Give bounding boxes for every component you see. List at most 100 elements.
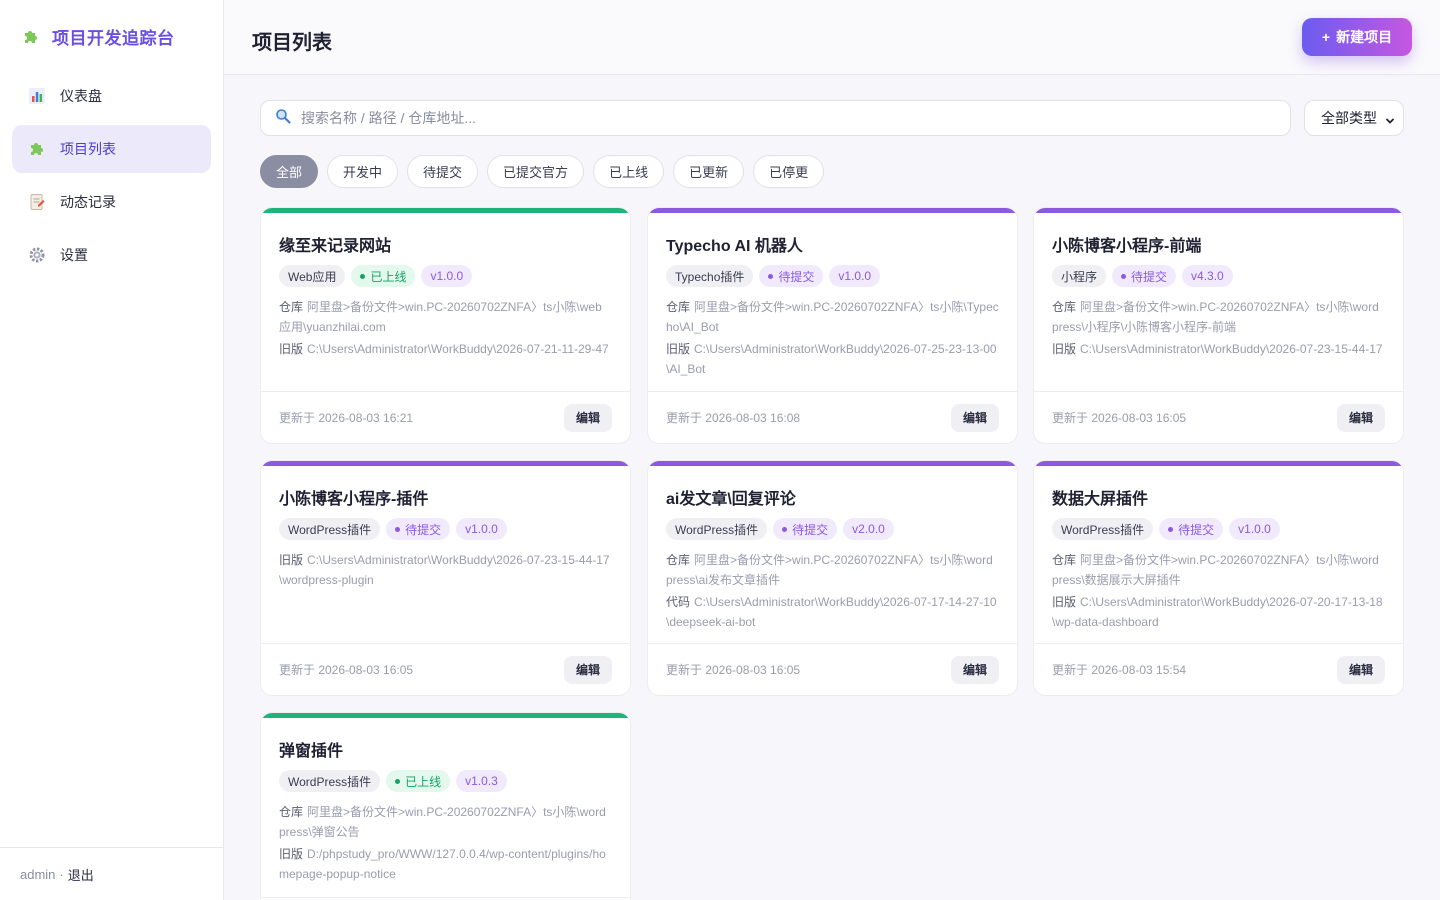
path-value: 阿里盘>备份文件>win.PC-20260702ZNFA〉ts小陈\wordpr…	[279, 805, 606, 839]
chevron-down-icon	[1385, 113, 1395, 129]
version-badge: v1.0.0	[1229, 518, 1280, 540]
project-card: 缘至来记录网站 Web应用 已上线 v1.0.0 仓库 阿里盘>备份文件>win.…	[260, 207, 631, 444]
sidebar-item-label: 设置	[60, 247, 88, 263]
project-title: ai发文章\回复评论	[666, 491, 796, 508]
project-title: Typecho AI 机器人	[666, 238, 803, 255]
status-label: 已上线	[405, 774, 442, 789]
sidebar-footer: admin · 退出	[0, 847, 223, 900]
filter-chip-developing[interactable]: 开发中	[327, 155, 399, 188]
new-project-label: 新建项目	[1336, 29, 1393, 45]
updated-time: 更新于 2026-08-03 16:05	[1052, 411, 1187, 425]
sidebar-item-projects[interactable]: 项目列表	[12, 125, 211, 173]
path-key: 旧版	[279, 847, 304, 861]
path-line: 旧版 D:/phpstudy_pro/WWW/127.0.0.4/wp-conte…	[279, 844, 612, 884]
path-key: 仓库	[666, 300, 691, 314]
path-value: 阿里盘>备份文件>win.PC-20260702ZNFA〉ts小陈\Typech…	[666, 300, 999, 334]
type-filter-select[interactable]: 全部类型	[1304, 100, 1404, 136]
edit-button[interactable]: 编辑	[950, 403, 999, 432]
path-key: 仓库	[279, 805, 304, 819]
path-value: C:\Users\Administrator\WorkBuddy\2026-07…	[666, 342, 997, 376]
path-key: 旧版	[279, 553, 304, 567]
type-tag: WordPress插件	[666, 518, 768, 540]
edit-button[interactable]: 编辑	[563, 655, 612, 684]
status-dot-icon	[360, 273, 366, 279]
version-badge: v2.0.0	[843, 518, 894, 540]
edit-button[interactable]: 编辑	[1336, 655, 1385, 684]
path-value: 阿里盘>备份文件>win.PC-20260702ZNFA〉ts小陈\wordpr…	[1052, 553, 1379, 587]
search-input[interactable]	[301, 102, 1290, 134]
path-key: 仓库	[1052, 553, 1077, 567]
path-key: 旧版	[1052, 595, 1077, 609]
path-key: 代码	[666, 595, 691, 609]
new-project-button[interactable]: + 新建项目	[1302, 18, 1412, 56]
version-badge: v1.0.0	[421, 265, 473, 287]
status-badge: 待提交	[1112, 265, 1177, 287]
edit-button[interactable]: 编辑	[563, 403, 612, 432]
filter-chip-online[interactable]: 已上线	[593, 155, 665, 188]
updated-time: 更新于 2026-08-03 16:05	[666, 663, 801, 677]
project-card: 小陈博客小程序-插件 WordPress插件 待提交 v1.0.0 旧版 C:\U…	[260, 460, 631, 696]
sidebar-nav: 仪表盘 项目列表 动态记录 设置	[12, 72, 211, 284]
project-card: 弹窗插件 WordPress插件 已上线 v1.0.3 仓库 阿里盘>备份文件>w…	[260, 712, 631, 900]
updated-time: 更新于 2026-08-03 16:08	[666, 411, 801, 425]
filter-chip-pending[interactable]: 待提交	[407, 155, 479, 188]
edit-button[interactable]: 编辑	[950, 655, 999, 684]
status-badge: 已上线	[386, 770, 451, 792]
path-line: 仓库 阿里盘>备份文件>win.PC-20260702ZNFA〉ts小陈\word…	[1052, 550, 1385, 590]
separator: ·	[59, 866, 64, 882]
status-filter-tabs: 全部 开发中 待提交 已提交官方 已上线 已更新 已停更	[260, 155, 825, 188]
sidebar-item-label: 动态记录	[60, 194, 116, 210]
path-key: 旧版	[666, 342, 691, 356]
project-title: 小陈博客小程序-前端	[1052, 238, 1202, 255]
type-tag: WordPress插件	[1052, 518, 1154, 540]
sidebar-item-settings[interactable]: 设置	[12, 231, 211, 279]
sidebar-item-label: 仪表盘	[60, 88, 102, 104]
filter-chip-updated[interactable]: 已更新	[673, 155, 745, 188]
path-line: 代码 C:\Users\Administrator\WorkBuddy\2026-…	[666, 592, 999, 632]
type-tag: WordPress插件	[279, 770, 381, 792]
path-value: C:\Users\Administrator\WorkBuddy\2026-07…	[307, 342, 609, 356]
brand[interactable]: 项目开发追踪台	[22, 24, 175, 49]
type-tag: WordPress插件	[279, 518, 381, 540]
page-title: 项目列表	[252, 32, 332, 54]
path-line: 旧版 C:\Users\Administrator\WorkBuddy\2026-…	[279, 339, 612, 359]
brand-title: 项目开发追踪台	[52, 29, 175, 48]
status-badge: 待提交	[773, 518, 838, 540]
top-header: 项目列表 + 新建项目	[224, 0, 1440, 75]
path-key: 仓库	[1052, 300, 1077, 314]
path-line: 仓库 阿里盘>备份文件>win.PC-20260702ZNFA〉ts小陈\web应…	[279, 297, 612, 337]
filter-chip-discontinued[interactable]: 已停更	[753, 155, 825, 188]
status-label: 待提交	[778, 269, 815, 284]
status-dot-icon	[768, 273, 774, 279]
status-label: 待提交	[405, 522, 442, 537]
card-footer-divider	[261, 897, 630, 898]
path-key: 旧版	[1052, 342, 1077, 356]
path-value: 阿里盘>备份文件>win.PC-20260702ZNFA〉ts小陈\wordpr…	[1052, 300, 1379, 334]
project-title: 缘至来记录网站	[279, 238, 392, 255]
logout-link[interactable]: 退出	[68, 865, 94, 884]
path-key: 仓库	[279, 300, 304, 314]
path-line: 旧版 C:\Users\Administrator\WorkBuddy\2026-…	[1052, 592, 1385, 632]
search-box	[260, 100, 1291, 136]
sidebar-item-activity[interactable]: 动态记录	[12, 178, 211, 226]
project-title: 数据大屏插件	[1052, 491, 1149, 508]
sidebar: 项目开发追踪台 仪表盘 项目列表 动态记录 设置 admin · 退出	[0, 0, 224, 900]
filter-chip-all[interactable]: 全部	[260, 155, 319, 188]
status-badge: 待提交	[759, 265, 824, 287]
status-badge: 待提交	[386, 518, 451, 540]
filter-chip-submitted[interactable]: 已提交官方	[487, 155, 585, 188]
project-card: 小陈博客小程序-前端 小程序 待提交 v4.3.0 仓库 阿里盘>备份文件>win…	[1033, 207, 1404, 444]
status-label: 已上线	[370, 269, 407, 284]
project-card: Typecho AI 机器人 Typecho插件 待提交 v1.0.0 仓库 阿里…	[647, 207, 1018, 444]
project-card: 数据大屏插件 WordPress插件 待提交 v1.0.0 仓库 阿里盘>备份文件…	[1033, 460, 1404, 696]
status-dot-icon	[782, 526, 788, 532]
version-badge: v1.0.0	[456, 518, 507, 540]
status-badge: 已上线	[351, 265, 416, 287]
updated-time: 更新于 2026-08-03 16:21	[279, 411, 414, 425]
project-card: ai发文章\回复评论 WordPress插件 待提交 v2.0.0 仓库 阿里盘>…	[647, 460, 1018, 696]
sidebar-item-dashboard[interactable]: 仪表盘	[12, 72, 211, 120]
current-user: admin	[20, 866, 56, 882]
edit-button[interactable]: 编辑	[1336, 403, 1385, 432]
status-label: 待提交	[792, 522, 829, 537]
updated-time: 更新于 2026-08-03 16:05	[279, 663, 414, 677]
